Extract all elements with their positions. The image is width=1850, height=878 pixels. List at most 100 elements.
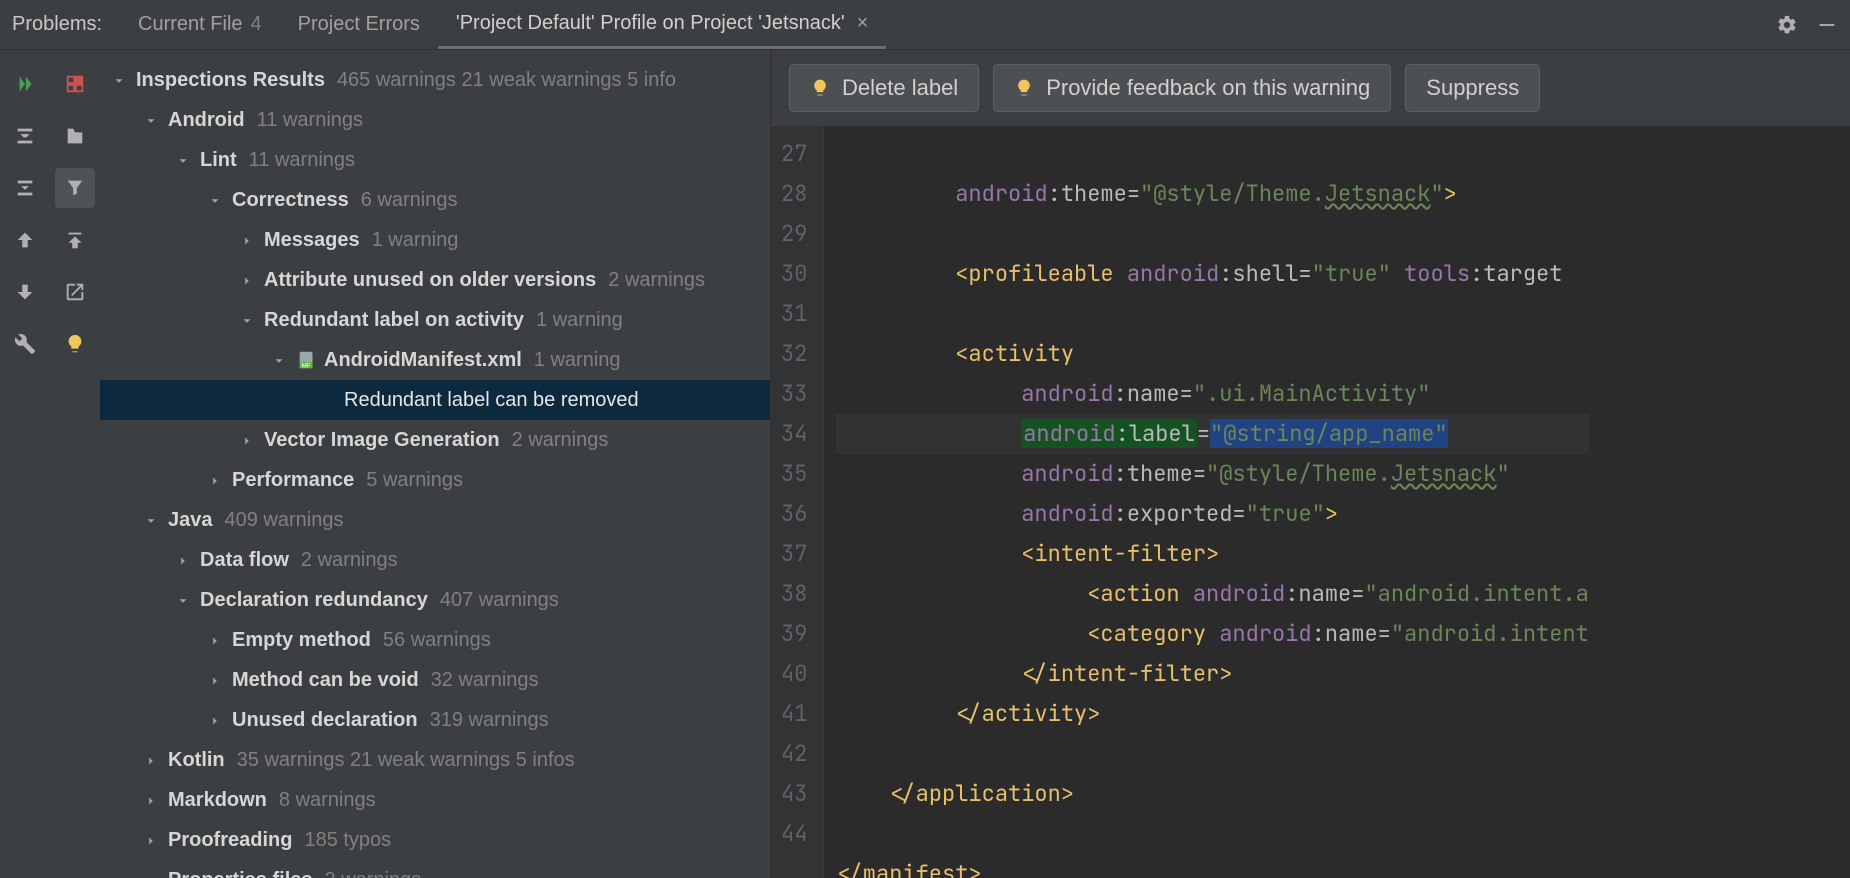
tree-item[interactable]: Java 409 warnings <box>100 500 770 540</box>
intention-bulb-icon[interactable] <box>55 324 95 364</box>
tree-item[interactable]: Performance 5 warnings <box>100 460 770 500</box>
chevron-right-icon[interactable] <box>208 471 226 489</box>
tree-item[interactable]: Properties files 2 warnings <box>100 860 770 878</box>
tree-label: Redundant label on activity <box>264 309 524 332</box>
tree-item[interactable]: Redundant label can be removed <box>100 380 770 420</box>
chevron-right-icon[interactable] <box>208 671 226 689</box>
tree-meta: 407 warnings <box>440 589 559 612</box>
tree-meta: 5 warnings <box>366 469 463 492</box>
tab-profile-jetsnack[interactable]: 'Project Default' Profile on Project 'Je… <box>438 0 886 49</box>
tree-item[interactable]: Data flow 2 warnings <box>100 540 770 580</box>
settings-icon[interactable] <box>5 324 45 364</box>
chevron-down-icon[interactable] <box>176 591 194 609</box>
tree-item[interactable]: Declaration redundancy 407 warnings <box>100 580 770 620</box>
chevron-right-icon[interactable] <box>144 751 162 769</box>
tab-label: Project Errors <box>298 13 420 36</box>
expand-all-icon[interactable] <box>5 116 45 156</box>
tree-meta: 409 warnings <box>225 509 344 532</box>
chevron-down-icon[interactable] <box>144 111 162 129</box>
tree-item[interactable]: Messages 1 warning <box>100 220 770 260</box>
tree-item[interactable]: MF AndroidManifest.xml 1 warning <box>100 340 770 380</box>
chevron-right-icon[interactable] <box>176 551 194 569</box>
next-icon[interactable] <box>5 272 45 312</box>
tree-item[interactable]: Markdown 8 warnings <box>100 780 770 820</box>
filter-icon[interactable] <box>55 168 95 208</box>
tree-item[interactable]: Redundant label on activity 1 warning <box>100 300 770 340</box>
line-number: 28 <box>781 174 807 214</box>
collapse-all-icon[interactable] <box>5 168 45 208</box>
delete-label-button[interactable]: Delete label <box>789 64 979 112</box>
tree-label: Inspections Results <box>136 69 325 92</box>
tree-meta: 185 typos <box>304 829 391 852</box>
tree-meta: 56 warnings <box>383 629 491 652</box>
problems-title: Problems: <box>12 0 120 49</box>
chevron-down-icon[interactable] <box>144 511 162 529</box>
tree-item[interactable]: Correctness 6 warnings <box>100 180 770 220</box>
tree-label: Proofreading <box>168 829 292 852</box>
chevron-right-icon[interactable] <box>240 231 258 249</box>
tree-item[interactable]: Inspections Results 465 warnings 21 weak… <box>100 60 770 100</box>
suppress-button[interactable]: Suppress <box>1405 64 1540 112</box>
tree-item[interactable]: Lint 11 warnings <box>100 140 770 180</box>
directory-icon[interactable] <box>55 116 95 156</box>
tree-meta: 2 warnings <box>325 869 422 878</box>
tree-meta: 11 warnings <box>249 149 355 172</box>
rerun-icon[interactable] <box>5 64 45 104</box>
tree-label: Properties files <box>168 869 313 878</box>
chevron-right-icon[interactable] <box>144 831 162 849</box>
chevron-right-icon[interactable] <box>144 791 162 809</box>
tree-meta: 319 warnings <box>430 709 549 732</box>
chevron-down-icon[interactable] <box>112 71 130 89</box>
chevron-right-icon[interactable] <box>208 711 226 729</box>
prev-icon[interactable] <box>5 220 45 260</box>
inspection-tree[interactable]: Inspections Results 465 warnings 21 weak… <box>100 50 770 878</box>
button-label: Suppress <box>1426 75 1519 101</box>
chevron-down-icon[interactable] <box>240 311 258 329</box>
tab-label: Current File <box>138 13 242 36</box>
tree-item[interactable]: Method can be void 32 warnings <box>100 660 770 700</box>
line-number: 41 <box>781 694 807 734</box>
tree-item[interactable]: Android 11 warnings <box>100 100 770 140</box>
chevron-right-icon[interactable] <box>208 631 226 649</box>
tree-label: Correctness <box>232 189 349 212</box>
tree-label: Empty method <box>232 629 371 652</box>
tree-item[interactable]: Empty method 56 warnings <box>100 620 770 660</box>
chevron-right-icon[interactable] <box>144 871 162 878</box>
chevron-right-icon[interactable] <box>240 271 258 289</box>
tree-item[interactable]: Unused declaration 319 warnings <box>100 700 770 740</box>
close-icon[interactable]: × <box>857 12 869 35</box>
line-number: 33 <box>781 374 807 414</box>
gutter: 272829303132333435363738394041424344 <box>771 126 824 878</box>
action-bar: Delete label Provide feedback on this wa… <box>771 50 1850 126</box>
line-number: 40 <box>781 654 807 694</box>
open-editor-icon[interactable] <box>55 272 95 312</box>
tree-label: Attribute unused on older versions <box>264 269 596 292</box>
tab-count: 4 <box>251 13 262 36</box>
tree-meta: 32 warnings <box>431 669 539 692</box>
bulb-icon <box>810 78 830 98</box>
header-bar: Problems: Current File 4 Project Errors … <box>0 0 1850 50</box>
tree-label: Declaration redundancy <box>200 589 428 612</box>
chevron-right-icon[interactable] <box>240 431 258 449</box>
tree-meta: 2 warnings <box>301 549 398 572</box>
tree-item[interactable]: Proofreading 185 typos <box>100 820 770 860</box>
tab-project-errors[interactable]: Project Errors <box>280 0 438 49</box>
toolbar-left-2 <box>50 50 100 878</box>
tree-item[interactable]: Kotlin 35 warnings 21 weak warnings 5 in… <box>100 740 770 780</box>
tree-item[interactable]: Attribute unused on older versions 2 war… <box>100 260 770 300</box>
code[interactable]: android:theme="@style/Theme.Jetsnack"> <… <box>824 126 1588 878</box>
manifest-file-icon: MF <box>296 349 318 371</box>
feedback-button[interactable]: Provide feedback on this warning <box>993 64 1391 112</box>
chevron-down-icon[interactable] <box>176 151 194 169</box>
tab-current-file[interactable]: Current File 4 <box>120 0 280 49</box>
chevron-down-icon[interactable] <box>208 191 226 209</box>
group-by-icon[interactable] <box>55 64 95 104</box>
gear-icon[interactable] <box>1776 14 1798 36</box>
tree-item[interactable]: Vector Image Generation 2 warnings <box>100 420 770 460</box>
line-number: 44 <box>781 814 807 854</box>
minimize-icon[interactable] <box>1816 14 1838 36</box>
chevron-down-icon[interactable] <box>272 351 290 369</box>
button-label: Delete label <box>842 75 958 101</box>
line-number: 37 <box>781 534 807 574</box>
export-icon[interactable] <box>55 220 95 260</box>
